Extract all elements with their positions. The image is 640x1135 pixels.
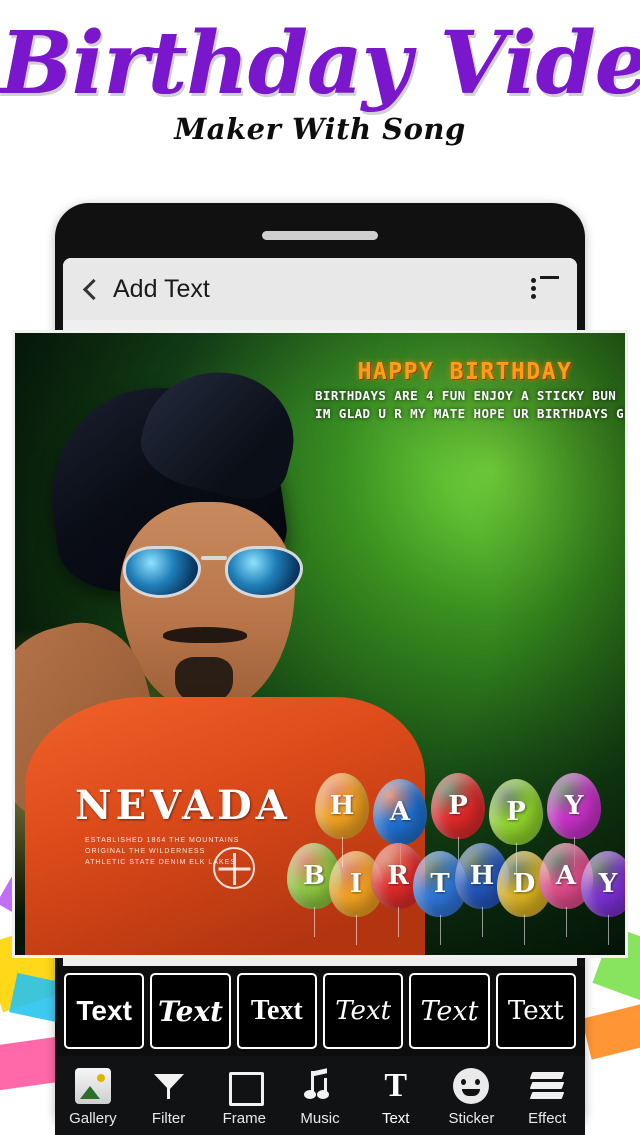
greeting-title: HAPPY BIRTHDAY (357, 359, 573, 385)
toolbar-item-sticker[interactable]: Sticker (434, 1056, 510, 1135)
phone-speaker (262, 231, 378, 240)
page-subtitle: Maker With Song (174, 112, 466, 146)
font-style-label: Text (250, 995, 303, 1026)
greeting-text-overlay[interactable]: HAPPY BIRTHDAY BIRTHDAYS ARE 4 FUN ENJOY… (315, 359, 625, 421)
balloon-letter-text: T (430, 869, 450, 899)
mustache (163, 627, 247, 643)
font-style-strip[interactable]: Text Text Text Text Text Text (55, 966, 585, 1056)
toolbar-item-filter[interactable]: Filter (131, 1056, 207, 1135)
toolbar-item-label: Effect (528, 1110, 567, 1127)
font-style-option[interactable]: Text (409, 973, 490, 1049)
balloon-letter[interactable]: P (489, 779, 543, 873)
font-style-option[interactable]: Text (64, 973, 145, 1049)
font-style-option[interactable]: Text (236, 973, 317, 1049)
lens-bridge (201, 556, 227, 560)
balloon-letter[interactable]: H (315, 773, 369, 867)
toolbar-item-effect[interactable]: Effect (509, 1056, 585, 1135)
balloon-letter-text: R (387, 861, 409, 891)
app-bar: Add Text (63, 258, 577, 320)
toolbar-item-text[interactable]: T Text (358, 1056, 434, 1135)
balloon-letter-text: P (506, 797, 526, 827)
greeting-line-1: BIRTHDAYS ARE 4 FUN ENJOY A STICKY BUN (315, 388, 617, 403)
page-title: Birthday Video (0, 13, 640, 114)
bottom-toolbar[interactable]: Gallery Filter Frame Music T Text Sticker Effec… (55, 1056, 585, 1135)
confetti-shape (581, 992, 640, 1060)
header: Birthday Video Maker With Song (0, 0, 640, 175)
balloon-letter-text: P (448, 791, 468, 821)
lens-left (123, 546, 201, 598)
balloon-letter-text: H (469, 861, 495, 891)
music-note-icon (302, 1068, 338, 1104)
toolbar-item-label: Frame (222, 1110, 266, 1127)
toolbar-item-gallery[interactable]: Gallery (55, 1056, 131, 1135)
balloon-letter-text: D (512, 869, 536, 899)
greeting-line-2: IM GLAD U R MY MATE HOPE UR BIRTHDAYS GR… (315, 406, 625, 421)
lens-right (225, 546, 303, 598)
balloon-letter-text: Y (564, 791, 584, 821)
font-style-label: Text (507, 996, 564, 1026)
frame-icon (226, 1068, 265, 1106)
balloon-letter[interactable]: A (373, 779, 427, 873)
app-bar-title: Add Text (113, 274, 210, 303)
balloon-letter-text: A (555, 861, 577, 891)
tshirt-brand-text: NEVADA (75, 782, 291, 829)
sunglasses (123, 542, 303, 600)
balloon-sticker-group[interactable]: HAPPYBIRTHDAY (285, 755, 625, 955)
font-style-label: Text (420, 995, 479, 1027)
toolbar-item-label: Gallery (69, 1110, 117, 1127)
font-style-option[interactable]: Text (322, 973, 404, 1049)
font-style-label: Text (157, 994, 224, 1028)
toolbar-item-label: Text (381, 1110, 410, 1127)
toolbar-item-label: Sticker (448, 1110, 495, 1127)
text-t-icon: T (384, 1067, 408, 1104)
layers-effect-icon (529, 1068, 565, 1104)
font-style-label: Text (76, 995, 132, 1026)
toolbar-item-label: Music (300, 1110, 340, 1127)
smiley-sticker-icon (453, 1068, 490, 1104)
toolbar-item-music[interactable]: Music (282, 1056, 358, 1135)
chevron-left-icon[interactable] (79, 278, 101, 300)
font-style-label: Text (335, 996, 392, 1026)
app-screenshot: Birthday Video Maker With Song Add Text (0, 0, 640, 1135)
tshirt-emblem (213, 847, 255, 889)
toolbar-item-label: Filter (151, 1110, 186, 1127)
balloon-letter[interactable]: Y (547, 773, 601, 867)
filter-funnel-icon (151, 1068, 187, 1104)
gallery-icon (74, 1068, 111, 1104)
balloon-letter-text: Y (598, 869, 618, 899)
toolbar-item-frame[interactable]: Frame (206, 1056, 282, 1135)
balloon-letter-text: B (303, 861, 325, 891)
font-style-option[interactable]: Text (495, 973, 576, 1049)
list-menu-icon[interactable] (531, 276, 559, 302)
balloon-letter-text: I (349, 869, 363, 899)
balloon-letter-text: H (329, 791, 355, 821)
balloon-letter[interactable]: Y (581, 851, 625, 945)
font-style-option[interactable]: Text (150, 973, 231, 1049)
balloon-letter[interactable]: P (431, 773, 485, 867)
photo-canvas[interactable]: NEVADA ESTABLISHED 1864 THE MOUNTAINS OR… (12, 330, 628, 958)
balloon-letter-text: A (389, 797, 411, 827)
